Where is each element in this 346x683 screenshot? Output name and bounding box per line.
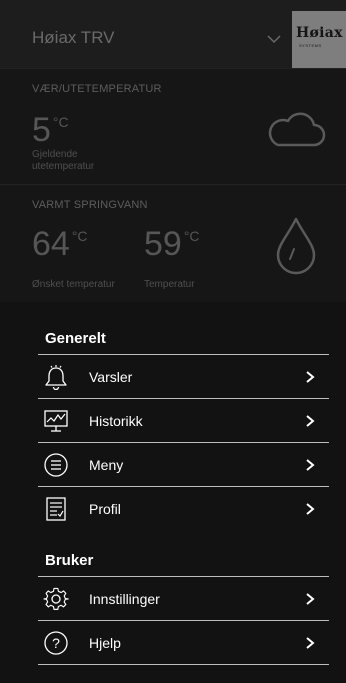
outdoor-temperature-label-1: Gjeldende xyxy=(32,149,78,160)
desired-temperature-unit: °C xyxy=(71,228,88,244)
chevron-right-icon xyxy=(305,592,315,611)
logo-subtext: SYSTEMS xyxy=(299,43,322,48)
weather-card[interactable]: VÆR/UTETEMPERATUR 5 °C Gjeldende utetempe… xyxy=(0,68,346,184)
outdoor-temperature-unit: °C xyxy=(52,114,69,130)
app-title: Høiax TRV xyxy=(32,28,115,47)
menu-item-label: Meny xyxy=(89,457,124,473)
bell-icon xyxy=(43,364,69,391)
menu-item-meny[interactable]: Meny xyxy=(38,442,329,486)
menu-item-profil[interactable]: Profil xyxy=(38,486,329,530)
menu-item-label: Historikk xyxy=(89,413,143,429)
list-icon xyxy=(43,452,69,478)
outdoor-temperature-label-2: utetemperatur xyxy=(32,161,95,172)
menu-item-label: Profil xyxy=(89,501,121,517)
menu-item-innstillinger[interactable]: Innstillinger xyxy=(38,576,329,620)
chart-monitor-icon xyxy=(43,408,69,434)
cloud-icon xyxy=(264,109,328,154)
logo-text: Høiax xyxy=(296,25,343,41)
chevron-right-icon xyxy=(305,636,315,655)
menu-sheet: Generelt Varsler Historikk Meny Profil B… xyxy=(0,318,346,683)
section-title-bruker: Bruker xyxy=(45,552,94,569)
menu-item-historikk[interactable]: Historikk xyxy=(38,398,329,442)
app-screen: Høiax TRV Høiax SYSTEMS VÆR/UTETEMPERATU… xyxy=(0,0,346,683)
menu-item-label: Innstillinger xyxy=(89,591,160,607)
section-title-generelt: Generelt xyxy=(45,330,106,347)
desired-temperature: 64 °C xyxy=(32,227,88,261)
help-icon: ? xyxy=(43,630,69,656)
hot-water-card-title: VARMT SPRINGVANN xyxy=(32,199,148,211)
menu-item-label: Hjelp xyxy=(89,635,121,651)
outdoor-temperature: 5 °C xyxy=(32,113,69,147)
chevron-right-icon xyxy=(305,458,315,477)
menu-item-hjelp[interactable]: ? Hjelp xyxy=(38,620,329,664)
current-temperature-unit: °C xyxy=(183,228,200,244)
hot-water-card[interactable]: VARMT SPRINGVANN 64 °C Ønsket temperatur … xyxy=(0,184,346,302)
current-temperature-label: Temperatur xyxy=(144,279,195,290)
outdoor-temperature-value: 5 xyxy=(32,111,51,149)
chevron-right-icon xyxy=(305,414,315,433)
desired-temperature-value: 64 xyxy=(32,225,70,263)
menu-divider xyxy=(38,664,329,665)
gear-icon xyxy=(43,586,69,612)
chevron-down-icon[interactable] xyxy=(266,31,282,49)
water-drop-icon xyxy=(272,215,320,280)
menu-item-label: Varsler xyxy=(89,369,133,385)
weather-card-title: VÆR/UTETEMPERATUR xyxy=(32,83,162,95)
menu-item-varsler[interactable]: Varsler xyxy=(38,354,329,398)
chevron-right-icon xyxy=(305,370,315,389)
app-header: Høiax TRV Høiax SYSTEMS xyxy=(0,0,346,68)
svg-text:?: ? xyxy=(52,635,60,651)
brand-logo: Høiax SYSTEMS xyxy=(292,11,346,68)
current-temperature-value: 59 xyxy=(144,225,182,263)
current-temperature: 59 °C xyxy=(144,227,200,261)
document-icon xyxy=(43,496,69,522)
chevron-right-icon xyxy=(305,502,315,521)
desired-temperature-label: Ønsket temperatur xyxy=(32,279,115,290)
